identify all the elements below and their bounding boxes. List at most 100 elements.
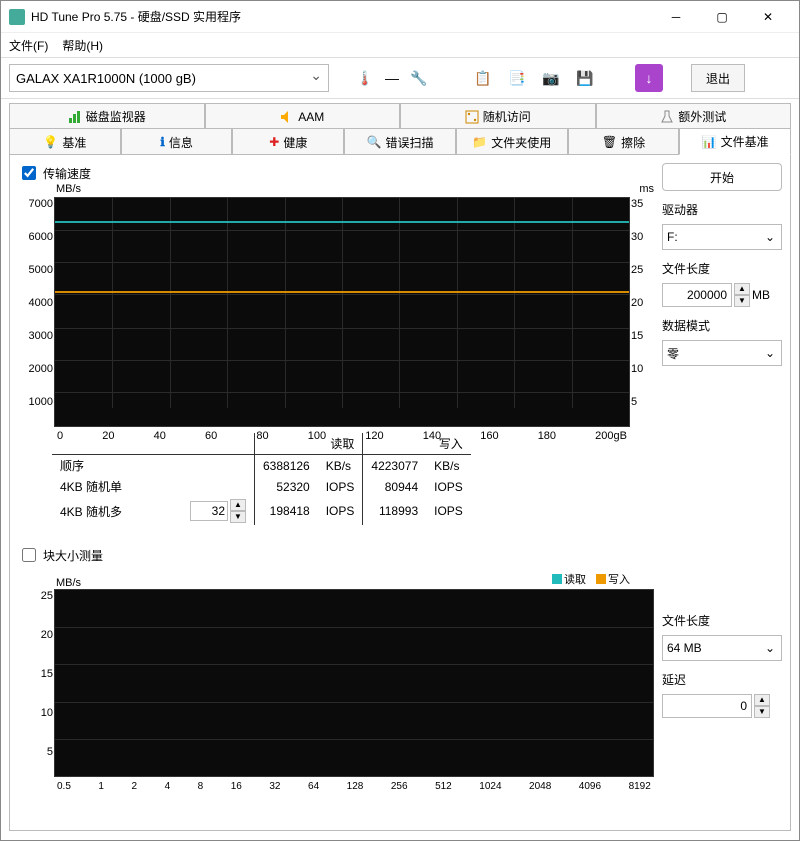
seq-write-val: 4223077 bbox=[363, 455, 426, 477]
tab-random-access[interactable]: 随机访问 bbox=[400, 103, 596, 129]
tab-extra-tests[interactable]: 额外测试 bbox=[596, 103, 792, 129]
queue-down[interactable]: ▼ bbox=[230, 511, 246, 523]
menu-help[interactable]: 帮助(H) bbox=[62, 37, 103, 54]
file-length-label: 文件长度 bbox=[662, 260, 782, 277]
queue-depth-spinner[interactable]: ▲▼ bbox=[190, 499, 246, 523]
start-button[interactable]: 开始 bbox=[662, 163, 782, 191]
tab-row-1: 磁盘监视器 AAM 随机访问 额外测试 bbox=[9, 103, 791, 129]
chart1-unit-right: ms bbox=[639, 183, 654, 195]
block-size-label: 块大小测量 bbox=[43, 547, 103, 564]
block-size-section: 块大小测量 读取 写入 MB/s 25 20 15 10 5 bbox=[18, 545, 782, 781]
copy-info-icon[interactable]: 📋 bbox=[469, 64, 497, 92]
tab-benchmark[interactable]: 💡 基准 bbox=[9, 128, 121, 155]
drive-select[interactable]: GALAX XA1R1000N (1000 gB) bbox=[9, 64, 329, 92]
chart2-legend: 读取 写入 bbox=[18, 571, 654, 587]
row-4ks-label: 4KB 随机单 bbox=[52, 476, 182, 497]
tab-folder-usage[interactable]: 📁 文件夹使用 bbox=[456, 128, 568, 155]
chart2-y-left: 25 20 15 10 5 bbox=[19, 590, 53, 758]
r4km-read-val: 198418 bbox=[255, 497, 318, 525]
info-icon: ℹ bbox=[160, 135, 165, 149]
trace-write bbox=[55, 291, 629, 293]
results-table: 读取 写入 顺序 6388126 KB/s 4223077 KB/s bbox=[52, 433, 654, 525]
chart-icon bbox=[68, 110, 82, 124]
save-icon[interactable]: 💾 bbox=[571, 64, 599, 92]
close-button[interactable]: ✕ bbox=[745, 2, 791, 32]
flen-up[interactable]: ▲ bbox=[734, 283, 750, 295]
transfer-rate-section: 传输速度 MB/s ms 7000 6000 5000 4000 3000 20… bbox=[18, 163, 782, 535]
block-size-checkbox[interactable] bbox=[22, 548, 36, 562]
file-length-input[interactable] bbox=[662, 283, 732, 307]
maximize-button[interactable]: ▢ bbox=[699, 2, 745, 32]
side-panel-top: 开始 驱动器 F: 文件长度 ▲▼ MB 数据模式 零 bbox=[662, 163, 782, 535]
delay-down[interactable]: ▼ bbox=[754, 706, 770, 718]
menubar: 文件(F) 帮助(H) bbox=[1, 33, 799, 57]
chart2: 25 20 15 10 5 0.5 1 2 4 bbox=[54, 589, 654, 777]
chart1-x: 0 20 40 60 80 100 120 140 160 180 200gB bbox=[55, 430, 629, 442]
temperature-icon[interactable]: 🌡️ bbox=[351, 64, 379, 92]
minimize-tray-icon[interactable]: ↓ bbox=[635, 64, 663, 92]
r4km-write-val: 118993 bbox=[363, 497, 426, 525]
transfer-rate-checkbox[interactable] bbox=[22, 166, 36, 180]
titlebar: HD Tune Pro 5.75 - 硬盘/SSD 实用程序 ─ ▢ ✕ bbox=[1, 1, 799, 33]
data-pattern-select[interactable]: 零 bbox=[662, 340, 782, 366]
exit-button[interactable]: 退出 bbox=[691, 64, 745, 92]
chart1-unit-left: MB/s bbox=[56, 183, 81, 195]
chart2-area: 块大小测量 读取 写入 MB/s 25 20 15 10 5 bbox=[18, 545, 654, 781]
drive-letter-select[interactable]: F: bbox=[662, 224, 782, 250]
side-panel-bottom: 文件长度 64 MB 延迟 ▲▼ bbox=[662, 545, 782, 781]
row-4km-label: 4KB 随机多 bbox=[52, 497, 182, 525]
delay-input[interactable] bbox=[662, 694, 752, 718]
drive-label: 驱动器 bbox=[662, 201, 782, 218]
tab-content: 传输速度 MB/s ms 7000 6000 5000 4000 3000 20… bbox=[9, 154, 791, 831]
queue-depth-input[interactable] bbox=[190, 501, 228, 521]
tab-aam[interactable]: AAM bbox=[205, 103, 401, 129]
settings-icon[interactable]: 🔧 bbox=[405, 64, 433, 92]
transfer-rate-label: 传输速度 bbox=[43, 165, 91, 182]
tab-error-scan[interactable]: 🔍 错误扫描 bbox=[344, 128, 456, 155]
trace-read bbox=[55, 221, 629, 223]
search-icon: 🔍 bbox=[367, 135, 382, 149]
file-length-unit: MB bbox=[752, 288, 770, 302]
chart2-unit-left: MB/s bbox=[56, 577, 81, 589]
chart1: 7000 6000 5000 4000 3000 2000 1000 35 30… bbox=[54, 197, 630, 427]
dice-icon bbox=[465, 110, 479, 124]
tab-info[interactable]: ℹ 信息 bbox=[121, 128, 233, 155]
queue-up[interactable]: ▲ bbox=[230, 499, 246, 511]
delay-label: 延迟 bbox=[662, 671, 782, 688]
minimize-button[interactable]: ─ bbox=[653, 2, 699, 32]
flen-down[interactable]: ▼ bbox=[734, 295, 750, 307]
row-seq-label: 顺序 bbox=[52, 455, 182, 477]
r4ks-write-val: 80944 bbox=[363, 476, 426, 497]
tab-health[interactable]: ✚ 健康 bbox=[232, 128, 344, 155]
window-title: HD Tune Pro 5.75 - 硬盘/SSD 实用程序 bbox=[31, 8, 653, 25]
tab-disk-monitor[interactable]: 磁盘监视器 bbox=[9, 103, 205, 129]
legend-read-swatch bbox=[552, 574, 562, 584]
chart1-area: 传输速度 MB/s ms 7000 6000 5000 4000 3000 20… bbox=[18, 163, 654, 535]
file-length2-label: 文件长度 bbox=[662, 612, 782, 629]
app-window: HD Tune Pro 5.75 - 硬盘/SSD 实用程序 ─ ▢ ✕ 文件(… bbox=[0, 0, 800, 841]
drive-select-value: GALAX XA1R1000N (1000 gB) bbox=[16, 71, 196, 86]
app-icon bbox=[9, 9, 25, 25]
seq-read-val: 6388126 bbox=[255, 455, 318, 477]
folder-icon: 📁 bbox=[472, 135, 487, 149]
toolbar: GALAX XA1R1000N (1000 gB) 🌡️ — 🔧 📋 📑 📷 💾… bbox=[1, 57, 799, 99]
file-benchmark-icon: 📊 bbox=[702, 135, 717, 149]
health-icon: ✚ bbox=[269, 135, 279, 149]
window-buttons: ─ ▢ ✕ bbox=[653, 2, 791, 32]
camera-icon[interactable]: 📷 bbox=[537, 64, 565, 92]
data-pattern-label: 数据模式 bbox=[662, 317, 782, 334]
menu-file[interactable]: 文件(F) bbox=[9, 37, 48, 54]
tab-row-2: 💡 基准 ℹ 信息 ✚ 健康 🔍 错误扫描 📁 文件夹使用 🗑 擦除 bbox=[9, 128, 791, 155]
tab-container: 磁盘监视器 AAM 随机访问 额外测试 💡 基准 ℹ 信息 bbox=[1, 99, 799, 155]
flask-icon bbox=[660, 110, 674, 124]
legend-write-swatch bbox=[596, 574, 606, 584]
chart1-y-left: 7000 6000 5000 4000 3000 2000 1000 bbox=[19, 198, 53, 408]
chart1-y-right: 35 30 25 20 15 10 5 bbox=[631, 198, 653, 408]
r4ks-read-val: 52320 bbox=[255, 476, 318, 497]
bulb-icon: 💡 bbox=[43, 135, 58, 149]
tab-file-benchmark[interactable]: 📊 文件基准 bbox=[679, 128, 791, 155]
copy-screenshot-icon[interactable]: 📑 bbox=[503, 64, 531, 92]
file-length2-select[interactable]: 64 MB bbox=[662, 635, 782, 661]
delay-up[interactable]: ▲ bbox=[754, 694, 770, 706]
tab-erase[interactable]: 🗑 擦除 bbox=[568, 128, 680, 155]
